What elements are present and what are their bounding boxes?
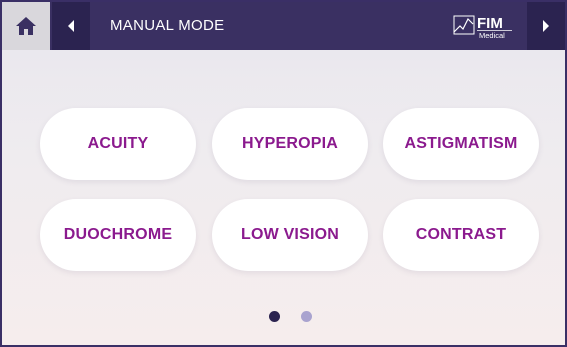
astigmatism-button[interactable]: ASTIGMATISM [383, 108, 539, 180]
contrast-button[interactable]: CONTRAST [383, 199, 539, 271]
forward-button[interactable] [527, 2, 565, 50]
page-title: MANUAL MODE [110, 17, 225, 34]
top-bar: MANUAL MODE FIM Medical [2, 2, 565, 50]
low-vision-button[interactable]: LOW VISION [212, 199, 368, 271]
caret-left-icon [68, 20, 74, 32]
page-dot-1-active[interactable] [269, 311, 280, 322]
duochrome-button[interactable]: DUOCHROME [40, 199, 196, 271]
logo-text: FIM [477, 15, 503, 32]
acuity-button[interactable]: ACUITY [40, 108, 196, 180]
back-button[interactable] [52, 2, 90, 50]
page-dot-2[interactable] [301, 311, 312, 322]
fim-medical-logo: FIM Medical [453, 15, 512, 40]
home-icon [16, 17, 36, 35]
logo-subtext: Medical [479, 31, 505, 40]
home-button[interactable] [2, 2, 50, 50]
hyperopia-button[interactable]: HYPEROPIA [212, 108, 368, 180]
manual-mode-screen: MANUAL MODE FIM Medical ACUITY HYPEROPIA… [0, 0, 567, 347]
caret-right-icon [543, 20, 549, 32]
